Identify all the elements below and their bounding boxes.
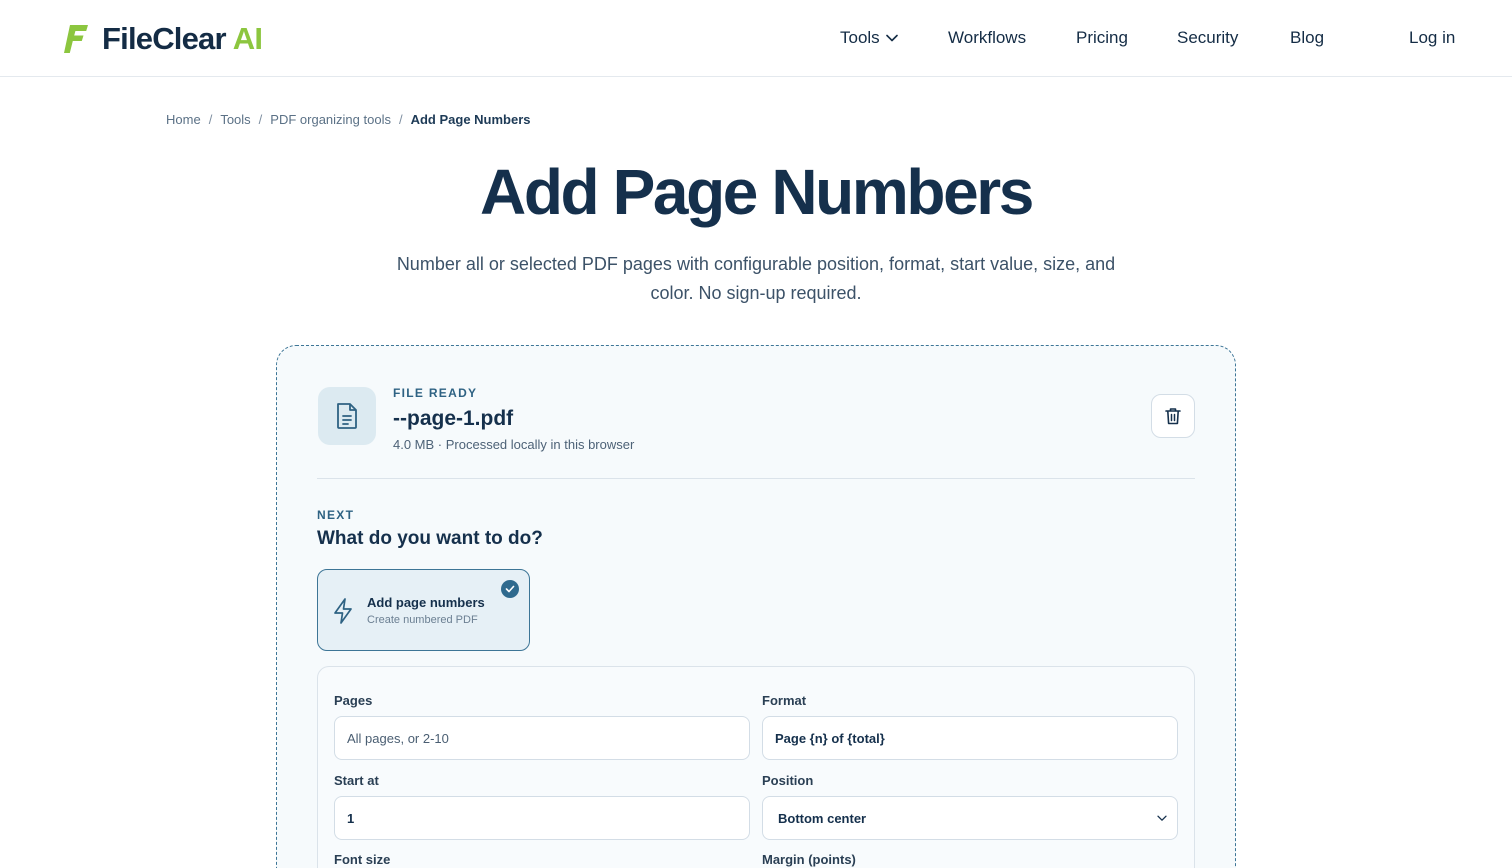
- selected-check-icon: [501, 580, 519, 598]
- pages-input[interactable]: [334, 716, 750, 760]
- nav-workflows[interactable]: Workflows: [948, 28, 1026, 48]
- next-eyebrow: NEXT: [317, 508, 355, 522]
- page-title: Add Page Numbers: [480, 156, 1034, 228]
- format-input[interactable]: [762, 716, 1178, 760]
- chevron-down-icon: [1157, 815, 1167, 821]
- lightning-icon: [334, 598, 352, 624]
- options-panel: Pages Format Start at Position Bottom ce…: [317, 666, 1195, 868]
- nav-security[interactable]: Security: [1177, 28, 1238, 48]
- remove-file-button[interactable]: [1151, 394, 1195, 438]
- breadcrumb-separator: /: [398, 112, 403, 127]
- login-link[interactable]: Log in: [1409, 28, 1455, 48]
- upload-card: FILE READY --page-1.pdf 4.0 MB · Process…: [276, 345, 1236, 868]
- file-name: --page-1.pdf: [393, 407, 514, 430]
- trash-icon: [1165, 408, 1181, 425]
- nav-tools[interactable]: Tools: [840, 28, 898, 48]
- divider: [317, 478, 1195, 479]
- position-select[interactable]: Bottom center: [762, 796, 1178, 840]
- breadcrumb-category[interactable]: PDF organizing tools: [270, 112, 391, 127]
- main-nav: Tools Workflows Pricing Security Blog Lo…: [0, 28, 1512, 50]
- nav-pricing[interactable]: Pricing: [1076, 28, 1128, 48]
- chevron-down-icon: [885, 34, 898, 42]
- position-select-value: Bottom center: [778, 811, 867, 826]
- start-at-label: Start at: [334, 773, 379, 788]
- action-add-page-numbers[interactable]: Add page numbers Create numbered PDF: [317, 569, 530, 651]
- font-size-label: Font size: [334, 852, 391, 867]
- file-icon-container: [318, 387, 376, 445]
- breadcrumb-tools[interactable]: Tools: [220, 112, 250, 127]
- position-label: Position: [762, 773, 814, 788]
- breadcrumb: Home / Tools / PDF organizing tools / Ad…: [166, 112, 531, 127]
- breadcrumb-current: Add Page Numbers: [410, 112, 531, 127]
- format-label: Format: [762, 693, 807, 708]
- pages-label: Pages: [334, 693, 373, 708]
- site-header: FileClear AI Tools Workflows Pricing Secu…: [0, 0, 1512, 77]
- breadcrumb-separator: /: [258, 112, 263, 127]
- page-subtitle: Number all or selected PDF pages with co…: [396, 254, 1116, 303]
- action-title: Add page numbers: [367, 595, 485, 610]
- action-subtitle: Create numbered PDF: [367, 614, 478, 626]
- nav-blog[interactable]: Blog: [1290, 28, 1324, 48]
- nav-tools-label: Tools: [840, 28, 880, 47]
- next-question: What do you want to do?: [317, 528, 543, 549]
- document-icon: [337, 403, 357, 429]
- breadcrumb-home[interactable]: Home: [166, 112, 201, 127]
- file-meta: 4.0 MB · Processed locally in this brows…: [393, 437, 635, 452]
- breadcrumb-separator: /: [208, 112, 213, 127]
- margin-label: Margin (points): [762, 852, 856, 867]
- start-at-input[interactable]: [334, 796, 750, 840]
- file-status: FILE READY: [393, 386, 478, 400]
